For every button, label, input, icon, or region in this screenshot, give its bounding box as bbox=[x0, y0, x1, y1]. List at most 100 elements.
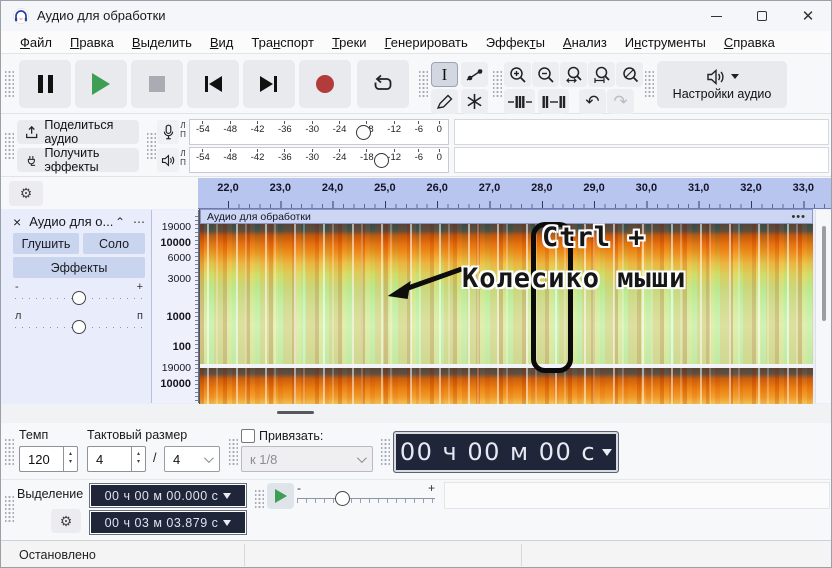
menu-item[interactable]: Файл bbox=[11, 33, 61, 52]
menu-item[interactable]: Эффекты bbox=[477, 33, 554, 52]
zoom-out-button[interactable] bbox=[532, 62, 559, 87]
audio-clip[interactable]: Аудио для обработки ••• Ctrl + Колесико … bbox=[199, 209, 813, 404]
time-signature-upper-value[interactable]: 4 bbox=[87, 446, 131, 472]
clip-menu-icon[interactable]: ••• bbox=[791, 211, 806, 223]
time-display-grip[interactable] bbox=[381, 437, 390, 467]
menu-item[interactable]: Инструменты bbox=[616, 33, 715, 52]
horizontal-scrollbar-thumb[interactable] bbox=[277, 411, 314, 414]
frequency-ruler[interactable]: 19000 10000 6000 3000 1000 100 19000 10000 bbox=[152, 210, 199, 403]
track-effects-button[interactable]: Эффекты bbox=[13, 257, 145, 278]
tools-grip[interactable] bbox=[419, 69, 428, 99]
minimize-button[interactable] bbox=[693, 1, 739, 31]
skip-to-start-button[interactable] bbox=[187, 60, 239, 108]
maximize-button[interactable] bbox=[739, 1, 785, 31]
time-display-dropdown-icon[interactable] bbox=[602, 448, 613, 456]
time-signature-upper-field[interactable]: 4 ▴ ▾ bbox=[87, 446, 146, 472]
menu-item[interactable]: Транспорт bbox=[242, 33, 323, 52]
menu-item[interactable]: Вид bbox=[201, 33, 243, 52]
selection-start-dropdown-icon[interactable] bbox=[223, 492, 232, 499]
snap-checkbox[interactable] bbox=[241, 429, 255, 443]
vertical-scrollbar-thumb[interactable] bbox=[822, 226, 826, 321]
spectrogram-channel-1[interactable] bbox=[200, 224, 813, 364]
snap-grip[interactable] bbox=[229, 437, 238, 467]
zoom-selection-button[interactable] bbox=[560, 62, 587, 87]
time-signature-spinner[interactable]: ▴ ▾ bbox=[131, 446, 146, 472]
silence-audio-button[interactable] bbox=[538, 89, 569, 114]
play-speed-thumb[interactable] bbox=[335, 491, 350, 506]
trim-audio-button[interactable] bbox=[504, 89, 535, 114]
menu-item[interactable]: Справка bbox=[715, 33, 784, 52]
record-meter[interactable]: -54-48-42-36-30-24-18-12-60 bbox=[189, 119, 449, 145]
play-button[interactable] bbox=[75, 60, 127, 108]
solo-button[interactable]: Соло bbox=[83, 233, 145, 254]
time-display[interactable]: 00 ч 00 м 00 с bbox=[393, 431, 619, 473]
selection-options-button[interactable]: ⚙ bbox=[51, 509, 81, 533]
zoom-toggle-button[interactable] bbox=[616, 62, 643, 87]
clip-header[interactable]: Аудио для обработки ••• bbox=[200, 209, 813, 224]
selection-end-field[interactable]: 00 ч 03 м 03.879 с bbox=[89, 510, 247, 535]
gain-slider-thumb[interactable] bbox=[72, 291, 86, 305]
draw-tool-button[interactable] bbox=[431, 89, 458, 114]
menu-item[interactable]: Генерировать bbox=[376, 33, 477, 52]
stop-button[interactable] bbox=[131, 60, 183, 108]
menu-item[interactable]: Правка bbox=[61, 33, 123, 52]
menu-item[interactable]: Анализ bbox=[554, 33, 616, 52]
collapse-track-icon[interactable]: ⌃ bbox=[115, 215, 125, 229]
playback-meter-bar bbox=[454, 147, 829, 173]
vertical-scrollbar[interactable] bbox=[815, 210, 831, 403]
edit-grip[interactable] bbox=[493, 69, 502, 99]
tempo-value[interactable]: 120 bbox=[19, 446, 63, 472]
horizontal-scrollbar[interactable] bbox=[1, 404, 831, 423]
menu-item[interactable]: Выделить bbox=[123, 33, 201, 52]
gain-slider[interactable]: - + bbox=[13, 281, 145, 307]
record-button[interactable] bbox=[299, 60, 351, 108]
redo-button[interactable]: ↷ bbox=[607, 89, 634, 114]
timeline-ruler[interactable]: 22,0 23,0 24,0 25,0 26,0 27,0 28,0 29,0 30,0 31,0… bbox=[198, 178, 831, 209]
selection-grip[interactable] bbox=[5, 494, 14, 524]
pan-slider-thumb[interactable] bbox=[72, 320, 86, 334]
time-toolbar-grip[interactable] bbox=[5, 437, 14, 467]
playback-volume-slider[interactable] bbox=[374, 153, 389, 168]
spectrogram-channel-2[interactable] bbox=[200, 368, 813, 404]
zoom-fit-button[interactable] bbox=[588, 62, 615, 87]
tempo-field[interactable]: 120 ▴ ▾ bbox=[19, 446, 78, 472]
get-effects-button[interactable]: Получить эффекты bbox=[17, 146, 139, 174]
tempo-spinner[interactable]: ▴ ▾ bbox=[63, 446, 78, 472]
close-track-icon[interactable]: × bbox=[13, 214, 21, 230]
selection-tool-button[interactable]: I bbox=[431, 62, 458, 87]
close-button[interactable]: ✕ bbox=[785, 1, 831, 31]
record-meter-button[interactable] bbox=[157, 120, 179, 144]
audio-setup-grip[interactable] bbox=[645, 69, 654, 99]
pause-button[interactable] bbox=[19, 60, 71, 108]
timeline-options-button[interactable]: ⚙ bbox=[9, 181, 43, 206]
mute-button[interactable]: Глушить bbox=[13, 233, 79, 254]
db-tick-label: 0 bbox=[437, 149, 442, 163]
share-audio-button[interactable]: Поделиться аудио bbox=[17, 118, 139, 146]
record-volume-slider[interactable] bbox=[356, 125, 371, 140]
skip-to-end-button[interactable] bbox=[243, 60, 295, 108]
transport-grip[interactable] bbox=[5, 69, 14, 99]
frequency-label: 19000 bbox=[161, 362, 191, 374]
undo-button[interactable]: ↶ bbox=[579, 89, 606, 114]
loop-button[interactable] bbox=[357, 60, 409, 108]
snap-select[interactable]: к 1/8 bbox=[241, 446, 373, 472]
envelope-tool-button[interactable] bbox=[461, 62, 488, 87]
selection-start-field[interactable]: 00 ч 00 м 00.000 с bbox=[89, 483, 247, 508]
selection-end-dropdown-icon[interactable] bbox=[223, 519, 232, 526]
menu-item[interactable]: Треки bbox=[323, 33, 376, 52]
track-title[interactable]: Аудио для о... bbox=[29, 214, 113, 229]
play-speed-slider[interactable]: - + bbox=[297, 481, 435, 509]
share-grip[interactable] bbox=[5, 131, 14, 161]
pan-slider[interactable]: л п bbox=[13, 310, 145, 336]
audio-setup-button[interactable]: Настройки аудио bbox=[657, 61, 787, 108]
frequency-label: 19000 bbox=[161, 221, 191, 233]
playback-meter[interactable]: -54 -48 -42 -36 -30 -24 -18 -12 -6 0 bbox=[189, 147, 449, 173]
track-menu-icon[interactable]: ⋯ bbox=[133, 215, 145, 229]
multi-tool-button[interactable] bbox=[461, 89, 488, 114]
zoom-in-button[interactable] bbox=[504, 62, 531, 87]
play-at-speed-button[interactable] bbox=[267, 483, 294, 509]
time-signature-lower-select[interactable]: 4 bbox=[164, 446, 220, 472]
meter-grip[interactable] bbox=[147, 131, 156, 161]
play-speed-grip[interactable] bbox=[255, 488, 264, 510]
playback-meter-button[interactable] bbox=[157, 148, 179, 172]
